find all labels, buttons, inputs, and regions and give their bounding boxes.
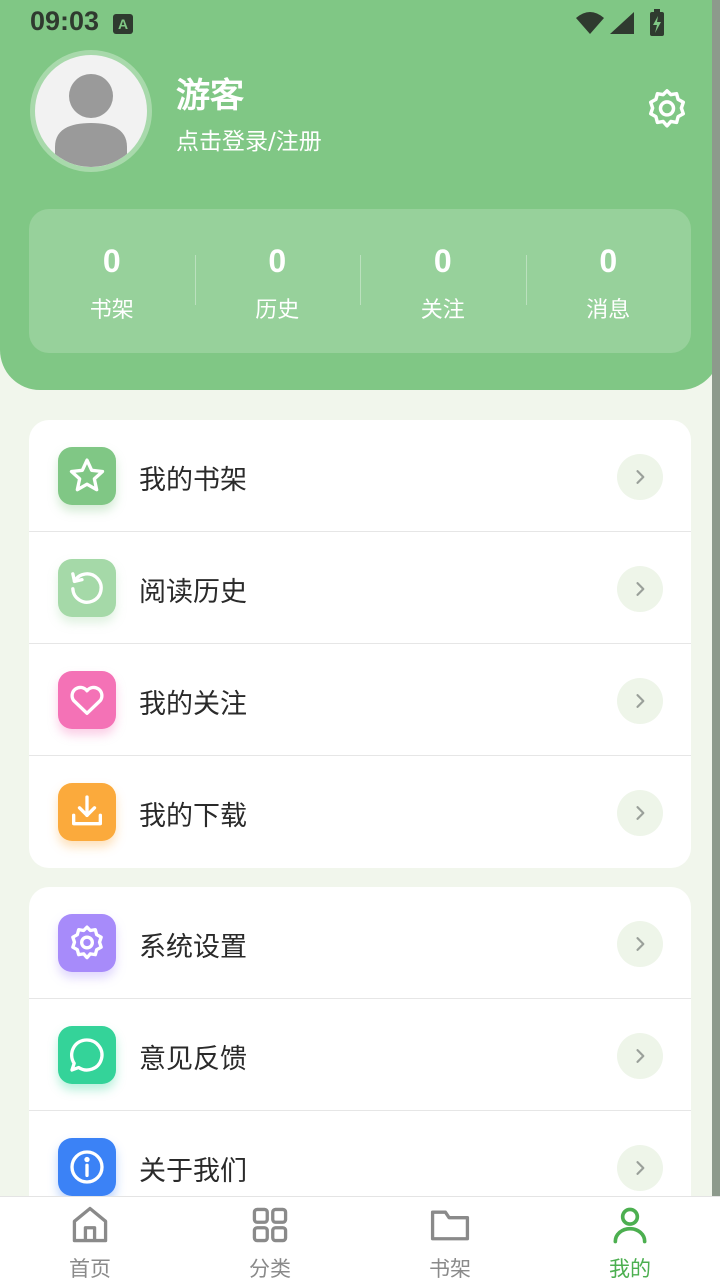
heart-icon xyxy=(58,671,116,729)
battery-icon xyxy=(650,9,664,36)
menu-item-label: 我的书架 xyxy=(139,465,247,496)
bottom-nav: 首页 分类 书架 我的 xyxy=(0,1196,720,1280)
stat-messages[interactable]: 0 消息 xyxy=(525,209,692,353)
menu-item-settings[interactable]: 系统设置 xyxy=(29,887,691,999)
nav-home[interactable]: 首页 xyxy=(0,1197,180,1280)
stat-label: 历史 xyxy=(255,298,300,323)
status-time: 09:03 xyxy=(30,6,100,36)
stat-label: 书架 xyxy=(89,298,134,323)
settings-button[interactable] xyxy=(644,86,690,132)
menu-item-feedback[interactable]: 意见反馈 xyxy=(29,999,691,1111)
stat-following[interactable]: 0 关注 xyxy=(360,209,526,353)
nav-bookshelf[interactable]: 书架 xyxy=(360,1197,540,1280)
menu-item-history[interactable]: 阅读历史 xyxy=(29,532,691,644)
nav-category[interactable]: 分类 xyxy=(180,1197,360,1280)
stat-label: 消息 xyxy=(586,298,631,323)
menu-item-label: 阅读历史 xyxy=(139,577,247,608)
stat-label: 关注 xyxy=(420,298,465,323)
stat-value: 0 xyxy=(433,243,452,279)
user-icon xyxy=(608,1203,652,1247)
chevron-right-icon xyxy=(617,454,663,500)
stat-history[interactable]: 0 历史 xyxy=(194,209,361,353)
chevron-right-icon xyxy=(617,921,663,967)
status-bar: 09:03 A xyxy=(0,0,720,46)
stats-card: 0 书架 0 历史 0 关注 0 消息 xyxy=(29,209,691,353)
signal-icon xyxy=(610,12,634,34)
star-icon xyxy=(58,447,116,505)
menu-item-label: 我的关注 xyxy=(139,689,247,720)
stat-value: 0 xyxy=(102,243,121,279)
chevron-right-icon xyxy=(617,566,663,612)
menu-item-label: 系统设置 xyxy=(139,932,247,963)
stat-value: 0 xyxy=(599,243,618,279)
status-notification-icon: A xyxy=(113,14,133,34)
avatar[interactable] xyxy=(30,50,152,172)
nav-mine[interactable]: 我的 xyxy=(540,1197,720,1280)
menu-item-label: 意见反馈 xyxy=(139,1044,247,1075)
info-icon xyxy=(58,1138,116,1196)
nav-label: 我的 xyxy=(609,1257,651,1280)
folder-icon xyxy=(428,1203,472,1247)
nav-label: 分类 xyxy=(249,1257,291,1280)
chevron-right-icon xyxy=(617,1145,663,1191)
gear-icon xyxy=(58,914,116,972)
gear-icon xyxy=(648,89,686,128)
person-avatar-icon xyxy=(55,74,127,167)
chevron-right-icon xyxy=(617,1033,663,1079)
nav-label: 首页 xyxy=(69,1257,111,1280)
nav-label: 书架 xyxy=(429,1257,471,1280)
stat-value: 0 xyxy=(268,243,287,279)
scroll-edge xyxy=(712,0,720,1196)
download-icon xyxy=(58,783,116,841)
stat-bookshelf[interactable]: 0 书架 xyxy=(29,209,195,353)
login-register-link[interactable]: 点击登录/注册 xyxy=(176,122,322,156)
menu-card-secondary: 系统设置 意见反馈 关于我们 xyxy=(29,887,691,1217)
chevron-right-icon xyxy=(617,678,663,724)
chevron-right-icon xyxy=(617,790,663,836)
history-icon xyxy=(58,559,116,617)
menu-card-primary: 我的书架 阅读历史 我的关注 我的下载 xyxy=(29,420,691,868)
menu-item-following[interactable]: 我的关注 xyxy=(29,644,691,756)
grid-icon xyxy=(248,1203,292,1247)
wifi-icon xyxy=(576,12,604,34)
menu-item-label: 关于我们 xyxy=(139,1156,247,1187)
menu-item-bookshelf[interactable]: 我的书架 xyxy=(29,420,691,532)
menu-item-label: 我的下载 xyxy=(139,801,247,832)
chat-bubble-icon xyxy=(58,1026,116,1084)
home-icon xyxy=(68,1203,112,1247)
user-name[interactable]: 游客 xyxy=(176,68,244,117)
status-icons xyxy=(574,8,670,42)
menu-item-downloads[interactable]: 我的下载 xyxy=(29,756,691,868)
